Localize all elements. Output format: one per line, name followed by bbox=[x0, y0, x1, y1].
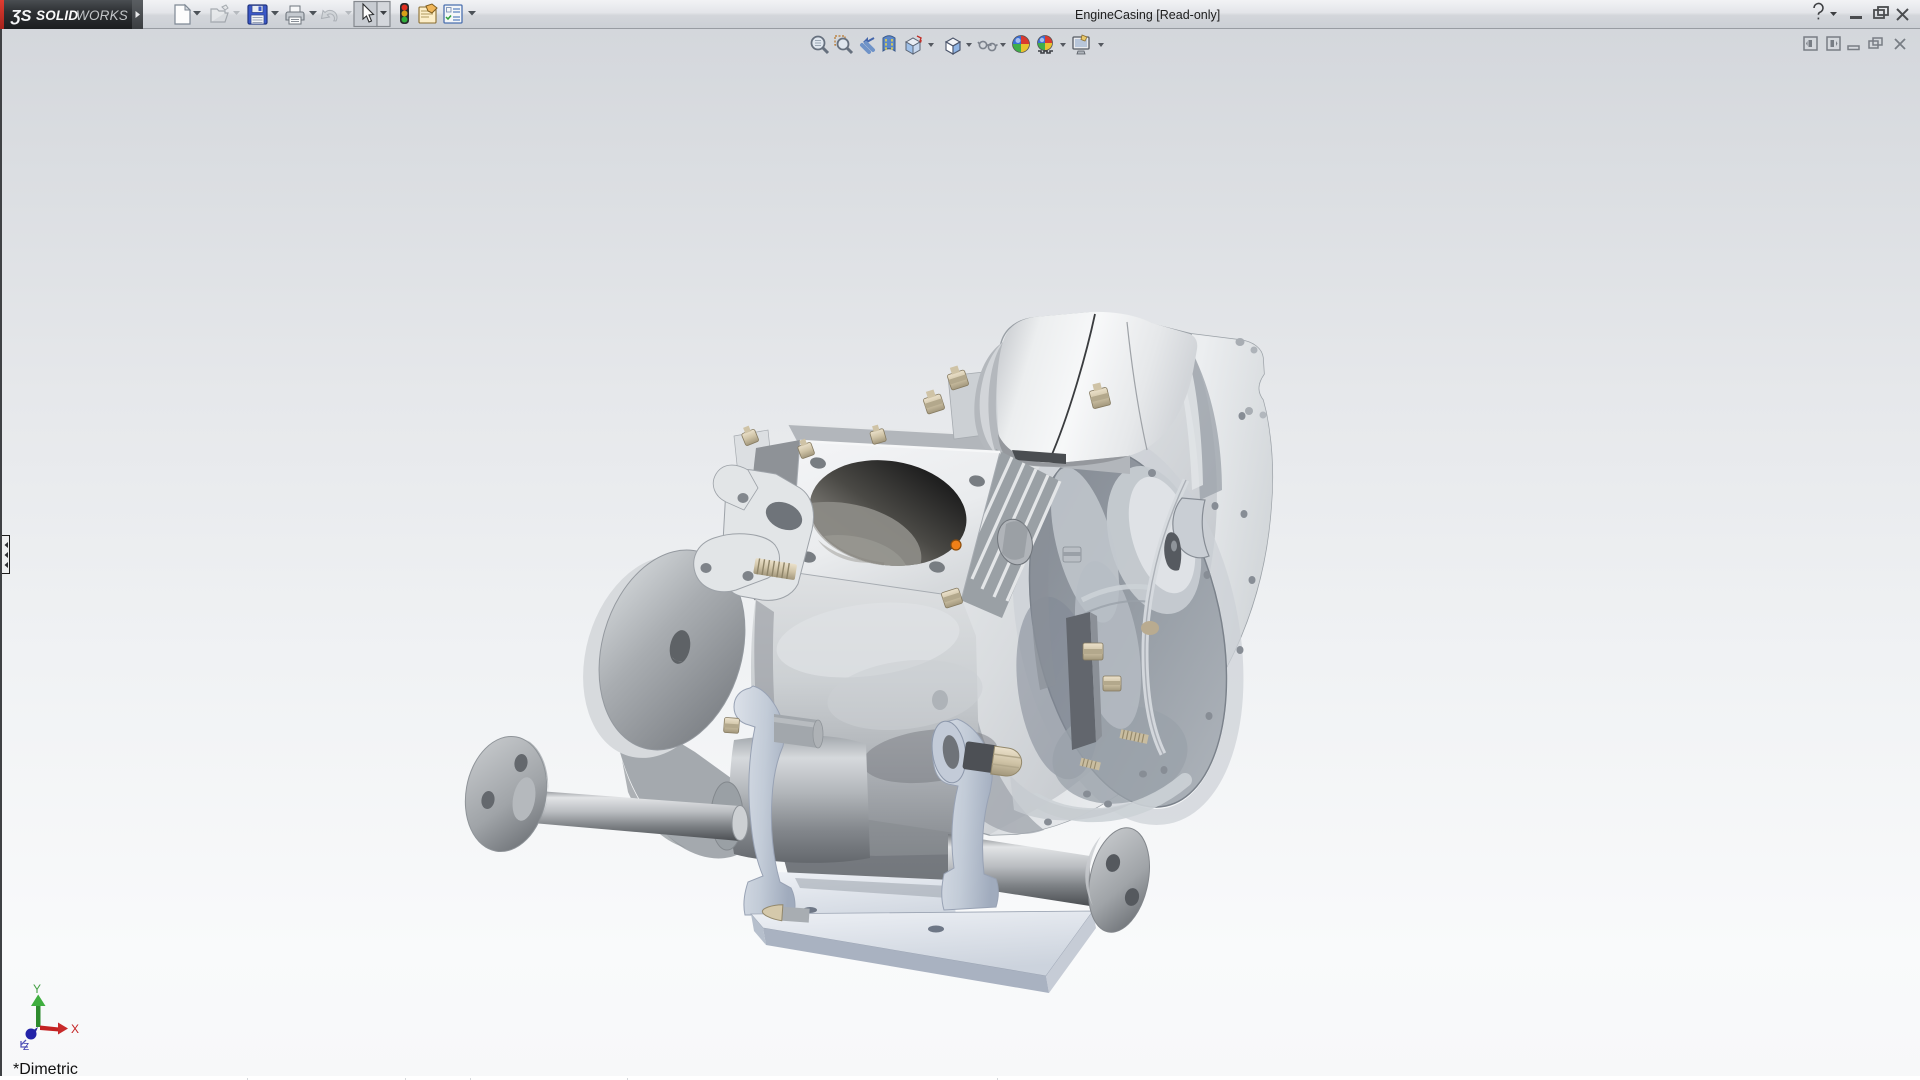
svg-text:Z: Z bbox=[23, 1042, 29, 1053]
svg-text:Y: Y bbox=[33, 982, 41, 996]
svg-text:X: X bbox=[71, 1022, 79, 1036]
